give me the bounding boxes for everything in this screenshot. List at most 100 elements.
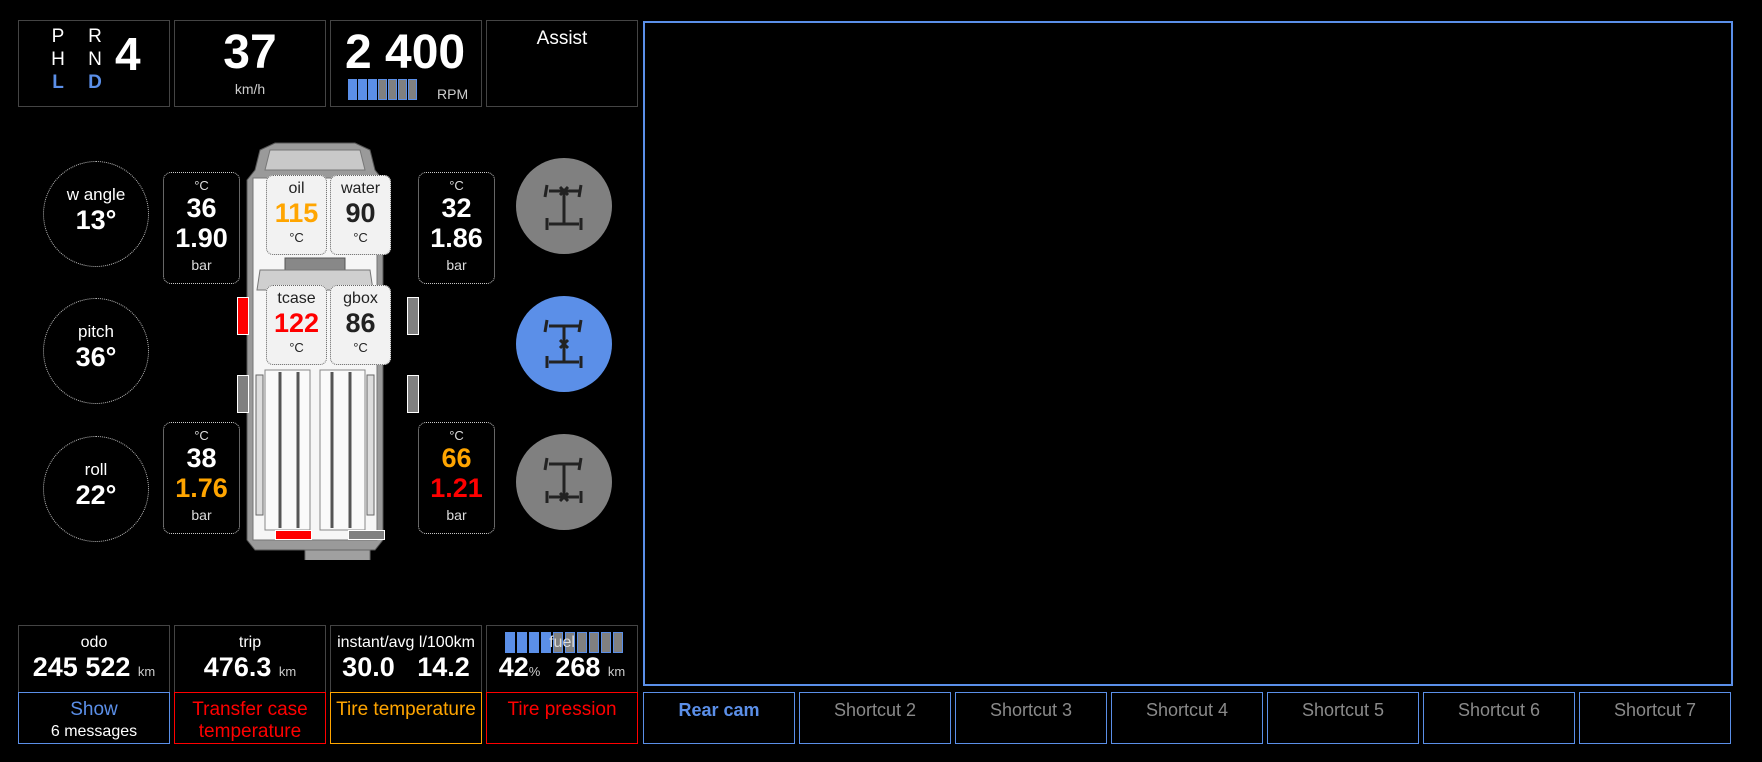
tire-temp: 36 [186, 193, 217, 223]
tire-temp-unit: °C [194, 178, 209, 193]
consumption-label: instant/avg l/100km [337, 634, 475, 651]
tire-pressure-unit: bar [446, 257, 467, 273]
gear-p: P [51, 26, 65, 47]
assist-title: Assist [536, 28, 588, 49]
gear-r: R [88, 26, 102, 47]
wheel-angle-value: 13° [75, 205, 117, 235]
gbox-unit: °C [353, 340, 368, 355]
tire-temp-unit: °C [449, 428, 464, 443]
speed-unit: km/h [234, 81, 266, 97]
consumption-panel: instant/avg l/100km 30.0 14.2 [330, 625, 482, 693]
tire-pression-alert-text: Tire pression [507, 699, 617, 720]
water-unit: °C [353, 230, 368, 245]
tire-rear-left: °C 38 1.76 bar [163, 422, 240, 534]
odo-label: odo [80, 634, 108, 651]
fuel-percent-unit: % [528, 664, 541, 679]
water-value: 90 [345, 198, 376, 228]
gear-panel: P R H N L D 4 [18, 20, 170, 107]
door-front-left-indicator [237, 297, 249, 335]
bar-segment [388, 79, 397, 100]
oil-value: 115 [274, 198, 319, 228]
rpm-value: 2 400 [345, 26, 466, 79]
tire-pressure: 1.86 [430, 223, 483, 253]
tire-temperature-alert[interactable]: Tire temperature [330, 692, 482, 744]
camera-view[interactable] [643, 21, 1733, 686]
consumption-instant: 30.0 [342, 652, 395, 682]
assist-panel[interactable]: Assist [486, 20, 638, 107]
tire-temp-unit: °C [194, 428, 209, 443]
pitch-gauge: pitch 36° [43, 298, 149, 404]
pitch-value: 36° [75, 342, 117, 372]
rear-axle-lock-icon [543, 457, 583, 503]
tire-temp: 32 [441, 193, 472, 223]
rpm-unit: RPM [437, 86, 469, 102]
wheel-angle-label: w angle [66, 185, 126, 204]
wheel-angle-gauge: w angle 13° [43, 161, 149, 267]
tire-front-left: °C 36 1.90 bar [163, 172, 240, 284]
tire-temp: 66 [441, 443, 472, 473]
gear-h: H [51, 49, 65, 70]
tire-rear-right: °C 66 1.21 bar [418, 422, 495, 534]
bar-segment [398, 79, 407, 100]
tcase-unit: °C [289, 340, 304, 355]
bar-segment [408, 79, 417, 100]
speed-panel: 37 km/h [174, 20, 326, 107]
bar-segment [378, 79, 387, 100]
tire-pressure: 1.76 [175, 473, 228, 503]
show-messages-label: Show [70, 699, 118, 720]
tcase-temp: tcase 122 °C [266, 285, 327, 365]
oil-label: oil [288, 180, 305, 197]
roll-label: roll [84, 460, 108, 479]
water-label: water [340, 180, 381, 197]
tire-front-right: °C 32 1.86 bar [418, 172, 495, 284]
trip-panel[interactable]: trip 476.3 km [174, 625, 326, 693]
fuel-percent: 42 [498, 652, 529, 682]
door-rear-left-indicator [237, 375, 249, 413]
odometer-panel: odo 245 522 km [18, 625, 170, 693]
pitch-label: pitch [78, 322, 114, 341]
tailgate-left-indicator [275, 530, 312, 540]
messages-count: 6 messages [50, 723, 138, 740]
rpm-panel: 2 400 RPM [330, 20, 482, 107]
tire-pression-alert[interactable]: Tire pression [486, 692, 638, 744]
bar-segment [358, 79, 367, 100]
shortcut-5[interactable]: Shortcut 5 [1267, 692, 1419, 744]
tcase-value: 122 [273, 308, 320, 338]
tcase-label: tcase [277, 290, 316, 307]
center-diff-lock-button[interactable] [516, 296, 612, 392]
shortcut-4[interactable]: Shortcut 4 [1111, 692, 1263, 744]
rear-axle-lock-button[interactable] [516, 434, 612, 530]
tire-temp: 38 [186, 443, 217, 473]
front-axle-lock-button[interactable] [516, 158, 612, 254]
oil-unit: °C [289, 230, 304, 245]
fuel-panel: fuel 42% 268 km [486, 625, 638, 693]
transfer-case-alert-text: Transfer case temperature [192, 699, 308, 742]
gbox-temp: gbox 86 °C [330, 285, 391, 365]
transfer-case-alert[interactable]: Transfer case temperature [174, 692, 326, 744]
tire-pressure-unit: bar [446, 507, 467, 523]
tire-pressure-unit: bar [191, 507, 212, 523]
shortcut-7[interactable]: Shortcut 7 [1579, 692, 1731, 744]
roll-gauge: roll 22° [43, 436, 149, 542]
speed-value: 37 [223, 26, 277, 79]
shortcut-2[interactable]: Shortcut 2 [799, 692, 951, 744]
tire-temperature-alert-text: Tire temperature [336, 699, 476, 720]
show-messages-button[interactable]: Show 6 messages [18, 692, 170, 744]
shortcut-6[interactable]: Shortcut 6 [1423, 692, 1575, 744]
trip-unit: km [278, 664, 297, 679]
gbox-value: 86 [345, 308, 376, 338]
tire-pressure-unit: bar [191, 257, 212, 273]
front-axle-lock-icon [543, 184, 583, 230]
rpm-bar [348, 79, 418, 100]
tire-pressure: 1.90 [175, 223, 228, 253]
tire-temp-unit: °C [449, 178, 464, 193]
current-gear: 4 [115, 28, 141, 80]
gbox-label: gbox [343, 290, 378, 307]
shortcut-rear-cam[interactable]: Rear cam [643, 692, 795, 744]
tailgate-right-indicator [348, 530, 385, 540]
shortcut-3[interactable]: Shortcut 3 [955, 692, 1107, 744]
door-rear-right-indicator [407, 375, 419, 413]
bar-segment [368, 79, 377, 100]
water-temp: water 90 °C [330, 175, 391, 255]
bar-segment [348, 79, 357, 100]
